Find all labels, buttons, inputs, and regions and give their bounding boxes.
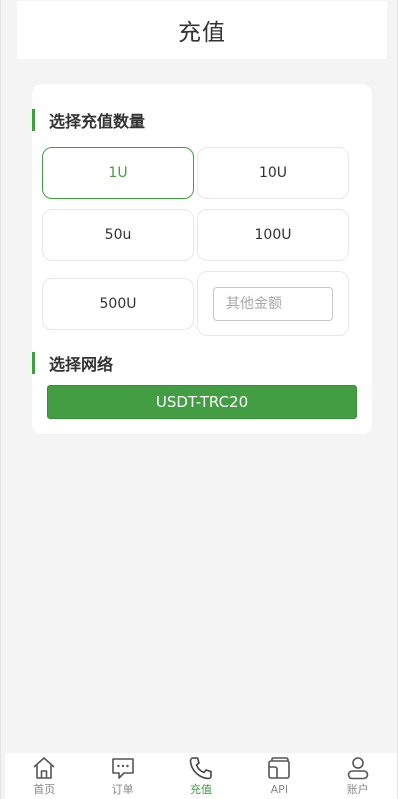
chat-icon [111,758,134,779]
amount-section-title: 选择充值数量 [32,109,145,131]
phone-icon [189,757,212,780]
tab-label: 首页 [33,783,56,796]
amount-option-label: 10U [258,165,288,181]
amount-option-label: 50u [104,227,132,243]
amount-option-label: 100U [254,227,292,243]
section-accent-bar [32,352,35,374]
user-icon [347,757,369,780]
tab-label: API [270,783,289,796]
amount-option-500u[interactable]: 500U [42,278,194,330]
amount-option-1u[interactable]: 1U [42,147,194,199]
wallet-icon [268,757,291,779]
tab-label: 订单 [111,783,134,796]
tab-api[interactable]: API [244,753,314,799]
tab-label: 账户 [346,783,369,796]
home-icon [33,757,55,779]
page-title: 充值 [178,20,226,46]
tab-orders[interactable]: 订单 [88,753,158,799]
network-option-label: USDT-TRC20 [155,393,249,411]
amount-section-label: 选择充值数量 [49,112,146,131]
custom-amount-input[interactable] [213,286,333,321]
section-accent-bar [32,109,35,131]
tab-home[interactable]: 首页 [9,753,79,799]
network-section-title: 选择网络 [32,352,113,374]
amount-option-label: 1U [108,165,128,181]
amount-option-50u[interactable]: 50u [42,209,194,261]
custom-amount-box [197,271,349,336]
network-option-button[interactable]: USDT-TRC20 [47,385,357,419]
amount-option-label: 500U [99,296,137,312]
recharge-card: 选择充值数量 1U 10U 50u 100U 500U 选择网络 USDT-TR… [32,84,372,434]
amount-option-100u[interactable]: 100U [197,209,349,261]
tab-recharge[interactable]: 充值 [166,753,236,799]
tab-account[interactable]: 账户 [323,753,393,799]
page-header: 充值 [17,1,387,59]
amount-option-10u[interactable]: 10U [197,147,349,199]
bottom-tabbar: 首页 订单 充值 API 账户 [5,753,397,799]
tab-label: 充值 [189,783,212,796]
network-section-label: 选择网络 [49,355,114,374]
